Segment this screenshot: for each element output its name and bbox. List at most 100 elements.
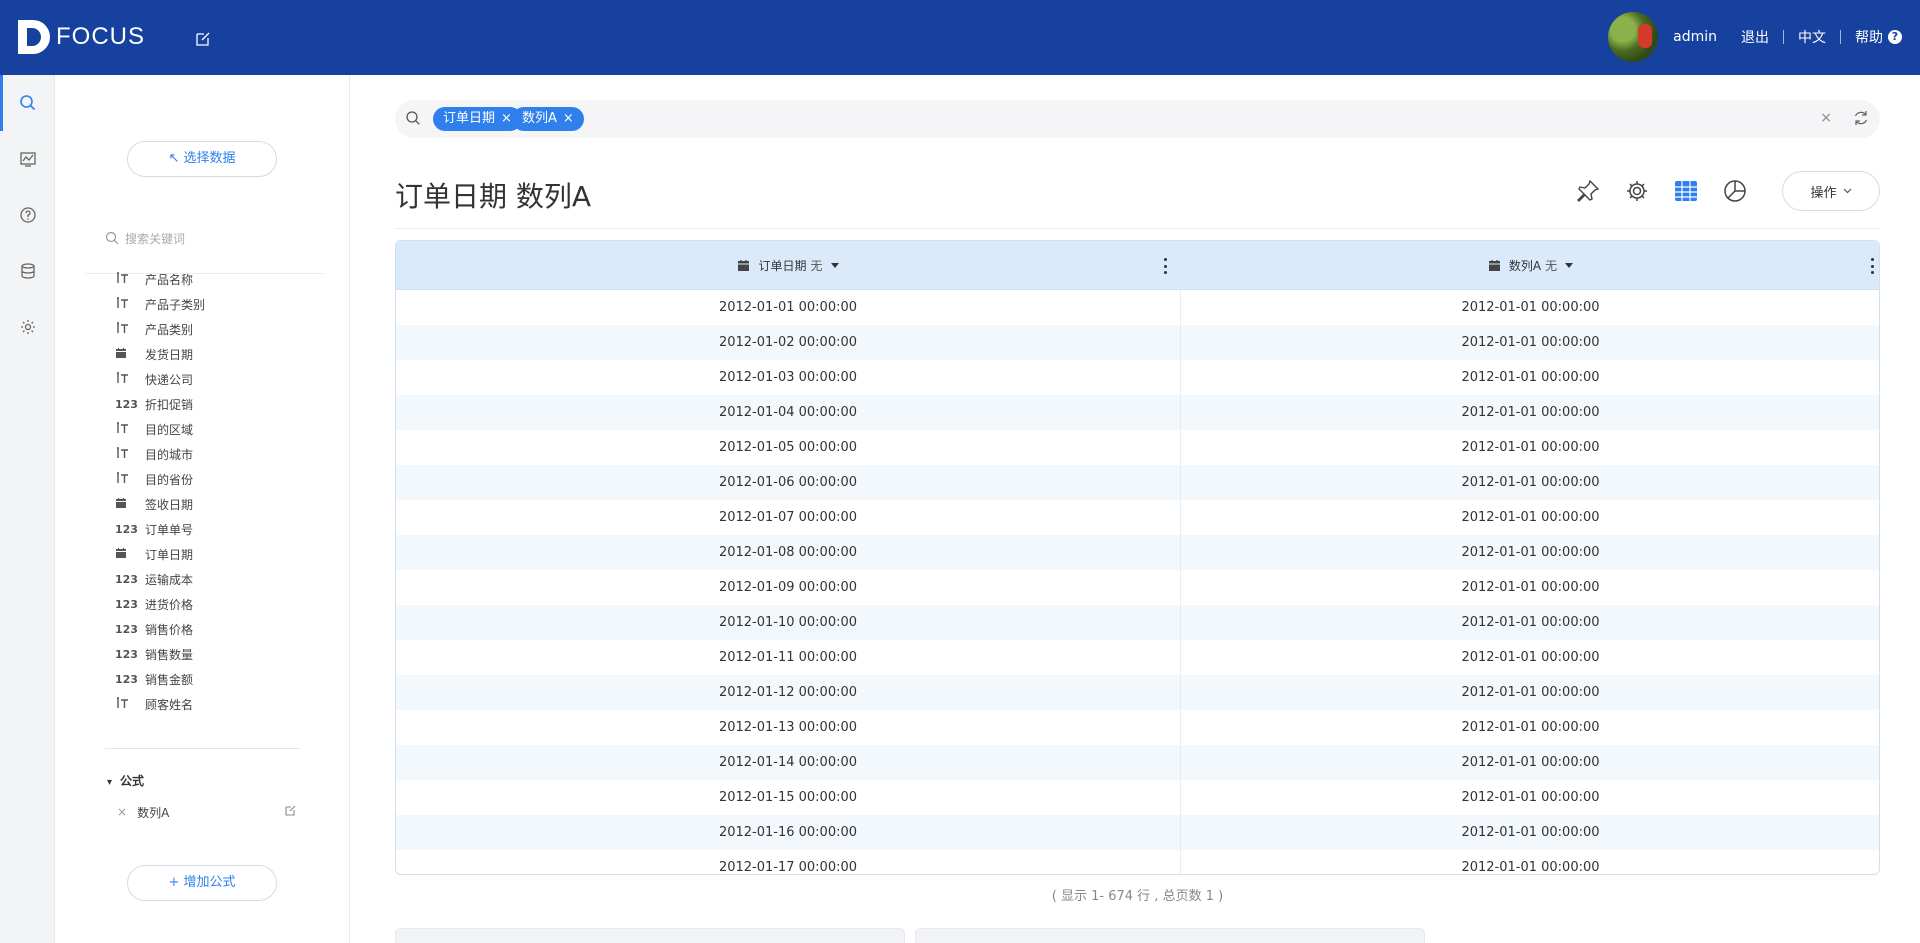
top-bar: FOCUS admin 退出 中文 帮助 ? bbox=[0, 0, 1920, 75]
remove-token-icon[interactable]: × bbox=[563, 107, 574, 131]
edit-formula-icon[interactable] bbox=[284, 804, 297, 820]
username[interactable]: admin bbox=[1673, 29, 1717, 45]
table-row[interactable]: 2012-01-14 00:00:00 2012-01-01 00:00:00 bbox=[396, 745, 1879, 780]
select-data-button[interactable]: ↖ 选择数据 bbox=[127, 141, 277, 177]
logo[interactable]: FOCUS bbox=[18, 20, 145, 54]
column-menu-icon[interactable] bbox=[1869, 256, 1875, 276]
caret-down-icon[interactable] bbox=[1565, 263, 1574, 268]
field-item[interactable]: 产品子类别 bbox=[115, 292, 315, 317]
table-row[interactable]: 2012-01-04 00:00:00 2012-01-01 00:00:00 bbox=[396, 395, 1879, 430]
table-cell: 2012-01-17 00:00:00 bbox=[718, 860, 858, 875]
rail-database-icon[interactable] bbox=[0, 243, 55, 299]
field-item[interactable]: 订单日期 bbox=[115, 542, 315, 567]
field-label: 发货日期 bbox=[145, 348, 194, 362]
table-cell: 2012-01-01 00:00:00 bbox=[718, 300, 858, 315]
field-label: 产品类别 bbox=[145, 323, 194, 337]
field-item[interactable]: 目的省份 bbox=[115, 467, 315, 492]
settings-icon[interactable] bbox=[1623, 177, 1651, 205]
table-row[interactable]: 2012-01-12 00:00:00 2012-01-01 00:00:00 bbox=[396, 675, 1879, 710]
column-header[interactable]: 订单日期 无 bbox=[396, 241, 1180, 290]
field-item[interactable]: 发货日期 bbox=[115, 342, 315, 367]
search-token[interactable]: 数列A × bbox=[512, 107, 584, 131]
field-item[interactable]: 产品名称 bbox=[115, 267, 315, 292]
chevron-down-icon bbox=[1843, 188, 1851, 194]
field-item[interactable]: 123 销售金额 bbox=[115, 667, 315, 692]
table-row[interactable]: 2012-01-05 00:00:00 2012-01-01 00:00:00 bbox=[396, 430, 1879, 465]
aggregation-label: 无 bbox=[810, 259, 823, 273]
table-row[interactable]: 2012-01-01 00:00:00 2012-01-01 00:00:00 bbox=[396, 290, 1879, 325]
table-cell: 2012-01-11 00:00:00 bbox=[718, 650, 858, 665]
caret-down-icon[interactable] bbox=[830, 263, 839, 268]
table-row[interactable]: 2012-01-03 00:00:00 2012-01-01 00:00:00 bbox=[396, 360, 1879, 395]
table-row[interactable]: 2012-01-16 00:00:00 2012-01-01 00:00:00 bbox=[396, 815, 1879, 850]
column-header[interactable]: 数列A 无 bbox=[1180, 241, 1879, 290]
bottom-card[interactable] bbox=[395, 928, 905, 943]
field-label: 产品子类别 bbox=[145, 298, 206, 312]
help-link[interactable]: 帮助 bbox=[1855, 27, 1883, 47]
brand-name: FOCUS bbox=[56, 23, 145, 50]
field-label: 订单单号 bbox=[145, 523, 194, 537]
rail-search-icon[interactable] bbox=[0, 75, 55, 131]
field-item[interactable]: 快递公司 bbox=[115, 367, 315, 392]
number-type-icon: 123 bbox=[115, 598, 138, 611]
table-row[interactable]: 2012-01-11 00:00:00 2012-01-01 00:00:00 bbox=[396, 640, 1879, 675]
table-row[interactable]: 2012-01-06 00:00:00 2012-01-01 00:00:00 bbox=[396, 465, 1879, 500]
help-circle-icon[interactable]: ? bbox=[1888, 30, 1902, 44]
bottom-card[interactable] bbox=[915, 928, 1425, 943]
table-row[interactable]: 2012-01-13 00:00:00 2012-01-01 00:00:00 bbox=[396, 710, 1879, 745]
rail-dashboard-icon[interactable] bbox=[0, 131, 55, 187]
field-item[interactable]: 目的区域 bbox=[115, 417, 315, 442]
divider bbox=[1840, 30, 1841, 44]
text-type-icon bbox=[115, 297, 145, 312]
table-cell: 2012-01-13 00:00:00 bbox=[718, 720, 858, 735]
table-cell: 2012-01-14 00:00:00 bbox=[718, 755, 858, 770]
field-item[interactable]: 签收日期 bbox=[115, 492, 315, 517]
table-view-icon[interactable] bbox=[1672, 177, 1700, 205]
language-link[interactable]: 中文 bbox=[1798, 27, 1826, 47]
table-row[interactable]: 2012-01-07 00:00:00 2012-01-01 00:00:00 bbox=[396, 500, 1879, 535]
field-item[interactable]: 123 进货价格 bbox=[115, 592, 315, 617]
field-item[interactable]: 顾客姓名 bbox=[115, 692, 315, 717]
text-type-icon bbox=[115, 472, 145, 487]
clear-search-icon[interactable]: × bbox=[1820, 110, 1832, 126]
search-bar[interactable]: 订单日期 × 数列A × × bbox=[395, 100, 1880, 138]
remove-formula-icon[interactable]: × bbox=[117, 805, 127, 819]
field-label: 订单日期 bbox=[145, 548, 194, 562]
rail-help-icon[interactable] bbox=[0, 187, 55, 243]
operations-dropdown[interactable]: 操作 bbox=[1782, 171, 1880, 211]
edit-icon[interactable] bbox=[194, 30, 214, 50]
field-item[interactable]: 123 销售数量 bbox=[115, 642, 315, 667]
pin-icon[interactable] bbox=[1574, 177, 1602, 205]
add-formula-button[interactable]: + 增加公式 bbox=[127, 865, 277, 901]
logout-link[interactable]: 退出 bbox=[1741, 27, 1769, 47]
main-area: 订单日期 × 数列A × × 订单日期 数列A 操作 订单日期 无 数列A 无 … bbox=[350, 75, 1920, 943]
formula-item[interactable]: × 数列A bbox=[117, 802, 297, 822]
field-item[interactable]: 目的城市 bbox=[115, 442, 315, 467]
table-cell: 2012-01-07 00:00:00 bbox=[718, 510, 858, 525]
formula-section-header[interactable]: ▾ 公式 bbox=[107, 772, 144, 789]
remove-token-icon[interactable]: × bbox=[501, 107, 512, 131]
pie-chart-icon[interactable] bbox=[1721, 177, 1749, 205]
field-item[interactable]: 123 折扣促销 bbox=[115, 392, 315, 417]
table-row[interactable]: 2012-01-15 00:00:00 2012-01-01 00:00:00 bbox=[396, 780, 1879, 815]
field-item[interactable]: 123 订单单号 bbox=[115, 517, 315, 542]
table-row[interactable]: 2012-01-17 00:00:00 2012-01-01 00:00:00 bbox=[396, 850, 1879, 875]
field-item[interactable]: 123 运输成本 bbox=[115, 567, 315, 592]
keyword-search[interactable]: 搜索关键词 bbox=[105, 227, 320, 249]
text-type-icon bbox=[115, 422, 145, 437]
rail-settings-icon[interactable] bbox=[0, 299, 55, 355]
table-row[interactable]: 2012-01-08 00:00:00 2012-01-01 00:00:00 bbox=[396, 535, 1879, 570]
column-menu-icon[interactable] bbox=[1162, 256, 1168, 276]
table-row[interactable]: 2012-01-10 00:00:00 2012-01-01 00:00:00 bbox=[396, 605, 1879, 640]
avatar[interactable] bbox=[1608, 12, 1659, 62]
table-row[interactable]: 2012-01-02 00:00:00 2012-01-01 00:00:00 bbox=[396, 325, 1879, 360]
field-item[interactable]: 123 销售价格 bbox=[115, 617, 315, 642]
table-cell: 2012-01-01 00:00:00 bbox=[1461, 650, 1600, 665]
table-row[interactable]: 2012-01-09 00:00:00 2012-01-01 00:00:00 bbox=[396, 570, 1879, 605]
refresh-icon[interactable] bbox=[1852, 109, 1870, 131]
field-item[interactable]: 产品类别 bbox=[115, 317, 315, 342]
search-token[interactable]: 订单日期 × bbox=[433, 107, 522, 131]
page-title: 订单日期 数列A bbox=[395, 180, 592, 213]
table-cell: 2012-01-05 00:00:00 bbox=[718, 440, 858, 455]
table-cell: 2012-01-01 00:00:00 bbox=[1461, 685, 1600, 700]
